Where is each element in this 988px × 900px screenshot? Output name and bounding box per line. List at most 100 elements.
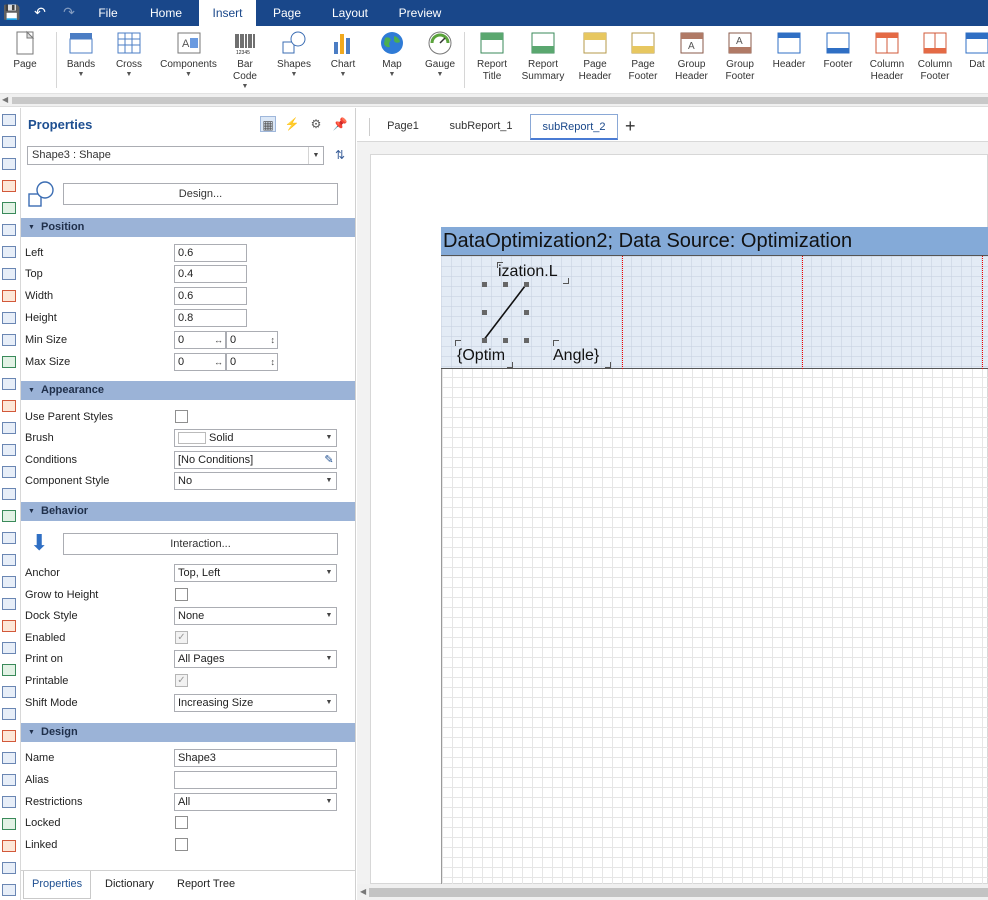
section-appearance[interactable]: ▼ Appearance <box>21 381 355 400</box>
design-button[interactable]: Design... <box>63 183 338 205</box>
toolbox-item-icon[interactable] <box>2 334 16 346</box>
resize-handle[interactable] <box>503 338 508 343</box>
use-parent-styles-checkbox[interactable] <box>175 410 188 423</box>
pencil-icon[interactable]: ✎ <box>322 452 336 468</box>
locked-checkbox[interactable] <box>175 816 188 829</box>
categorized-icon[interactable]: ▦ <box>260 116 276 132</box>
redo-icon[interactable]: ↷ <box>61 4 77 20</box>
toolbox-item-icon[interactable] <box>2 510 16 522</box>
tab-subreport-2[interactable]: subReport_2 <box>530 114 618 140</box>
ribbon-button-shapes[interactable]: Shapes ▼ <box>272 30 316 92</box>
toolbox-item-icon[interactable] <box>2 708 16 720</box>
toolbox-item-icon[interactable] <box>2 796 16 808</box>
tab-page1[interactable]: Page1 <box>375 114 431 140</box>
gear-icon[interactable]: ⚙ <box>308 116 324 132</box>
ribbon-button-page-footer[interactable]: Page Footer <box>624 30 662 92</box>
section-position[interactable]: ▼ Position <box>21 218 355 237</box>
min-size-width[interactable]: 0 ↔ <box>174 331 226 349</box>
tab-page[interactable]: Page <box>263 0 311 26</box>
undo-icon[interactable]: ↶ <box>32 4 48 20</box>
toolbox-item-icon[interactable] <box>2 554 16 566</box>
tab-subreport-1[interactable]: subReport_1 <box>437 114 525 140</box>
scroll-left-icon[interactable]: ◀ <box>360 887 366 896</box>
resize-handle[interactable] <box>524 310 529 315</box>
scroll-left-icon[interactable]: ◀ <box>2 95 8 104</box>
toolbox-item-icon[interactable] <box>2 642 16 654</box>
top-field[interactable]: 0.4 <box>174 265 247 283</box>
toolbox-item-icon[interactable] <box>2 180 16 192</box>
tab-home[interactable]: Home <box>140 0 192 26</box>
ribbon-button-group-footer[interactable]: A Group Footer <box>719 30 761 92</box>
ribbon-button-column-footer[interactable]: Column Footer <box>914 30 956 92</box>
designer-scroll-thumb[interactable] <box>369 888 988 897</box>
chevron-down-icon[interactable]: ▼ <box>322 430 336 446</box>
ribbon-button-cross[interactable]: Cross ▼ <box>113 30 145 92</box>
tab-dictionary[interactable]: Dictionary <box>97 871 162 899</box>
ribbon-button-page[interactable]: Page <box>6 30 44 92</box>
toolbox-item-icon[interactable] <box>2 312 16 324</box>
toolbox-item-icon[interactable] <box>2 664 16 676</box>
tab-insert[interactable]: Insert <box>199 0 256 26</box>
ribbon-scrollbar[interactable]: ◀ <box>0 94 988 107</box>
toolbox-item-icon[interactable] <box>2 466 16 478</box>
toolbox-item-icon[interactable] <box>2 136 16 148</box>
collapse-icon[interactable]: ▼ <box>28 502 35 521</box>
toolbox-item-icon[interactable] <box>2 400 16 412</box>
ribbon-scroll-thumb[interactable] <box>12 97 988 104</box>
height-field[interactable]: 0.8 <box>174 309 247 327</box>
sort-icon[interactable]: ⇅ <box>332 147 348 163</box>
anchor-select[interactable]: Top, Left ▼ <box>174 564 337 582</box>
chevron-down-icon[interactable]: ▼ <box>322 565 336 581</box>
ribbon-button-page-header[interactable]: Page Header <box>575 30 615 92</box>
text-component-2[interactable]: {Optim <box>457 346 513 368</box>
toolbox-item-icon[interactable] <box>2 158 16 170</box>
ribbon-button-report-title[interactable]: Report Title <box>472 30 512 92</box>
pin-icon[interactable]: 📌 <box>332 116 348 132</box>
min-size-height[interactable]: 0 ↕ <box>226 331 278 349</box>
collapse-icon[interactable]: ▼ <box>28 218 35 237</box>
tab-preview[interactable]: Preview <box>390 0 450 26</box>
resize-handle[interactable] <box>482 282 487 287</box>
toolbox-item-icon[interactable] <box>2 290 16 302</box>
ribbon-button-data-band[interactable]: Dat <box>962 30 988 92</box>
toolbox-item-icon[interactable] <box>2 422 16 434</box>
toolbox-item-icon[interactable] <box>2 268 16 280</box>
section-behavior[interactable]: ▼ Behavior <box>21 502 355 521</box>
ribbon-button-gauge[interactable]: Gauge ▼ <box>421 30 459 92</box>
ribbon-button-bands[interactable]: Bands ▼ <box>62 30 100 92</box>
toolbox-item-icon[interactable] <box>2 862 16 874</box>
chevron-down-icon[interactable]: ▼ <box>322 794 336 810</box>
left-field[interactable]: 0.6 <box>174 244 247 262</box>
collapse-icon[interactable]: ▼ <box>28 723 35 742</box>
tab-file[interactable]: File <box>87 0 129 26</box>
ribbon-button-report-summary[interactable]: Report Summary <box>518 30 568 92</box>
toolbox-item-icon[interactable] <box>2 686 16 698</box>
toolbox-item-icon[interactable] <box>2 202 16 214</box>
text-component-3[interactable]: Angle} <box>553 346 613 368</box>
add-page-button[interactable]: + <box>625 113 636 139</box>
toolbox-item-icon[interactable] <box>2 114 16 126</box>
collapse-icon[interactable]: ▼ <box>28 381 35 400</box>
ribbon-button-components[interactable]: A Components ▼ <box>156 30 221 92</box>
tab-properties[interactable]: Properties <box>23 871 92 899</box>
toolbox-item-icon[interactable] <box>2 356 16 368</box>
toolbox-item-icon[interactable] <box>2 840 16 852</box>
toolbox-item-icon[interactable] <box>2 224 16 236</box>
resize-handle[interactable] <box>482 338 487 343</box>
enabled-checkbox[interactable]: ✓ <box>175 631 188 644</box>
ribbon-button-map[interactable]: Map ▼ <box>372 30 412 92</box>
conditions-field[interactable]: [No Conditions] ✎ <box>174 451 337 469</box>
resize-handle[interactable] <box>482 310 487 315</box>
section-design[interactable]: ▼ Design <box>21 723 355 742</box>
component-style-select[interactable]: No ▼ <box>174 472 337 490</box>
data-band[interactable]: ization.L {Optim Angle} <box>441 256 988 369</box>
name-field[interactable]: Shape3 <box>174 749 337 767</box>
toolbox-item-icon[interactable] <box>2 246 16 258</box>
chevron-down-icon[interactable]: ▼ <box>322 473 336 489</box>
toolbox-item-icon[interactable] <box>2 444 16 456</box>
ribbon-button-chart[interactable]: Chart ▼ <box>324 30 362 92</box>
printable-checkbox[interactable]: ✓ <box>175 674 188 687</box>
linked-checkbox[interactable] <box>175 838 188 851</box>
ribbon-button-column-header[interactable]: Column Header <box>866 30 908 92</box>
toolbox-item-icon[interactable] <box>2 752 16 764</box>
